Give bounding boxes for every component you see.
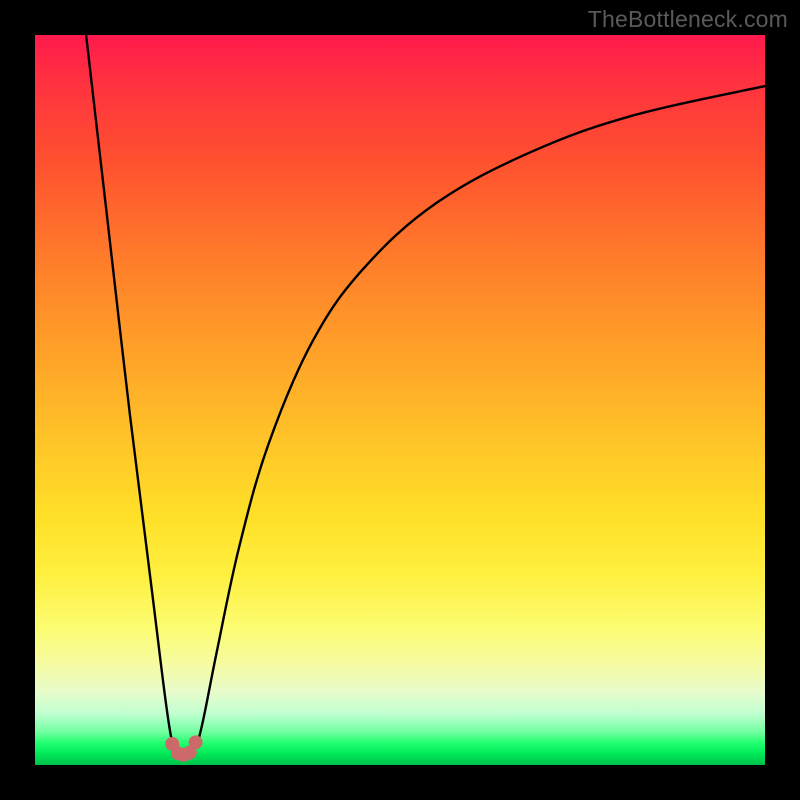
plot-area <box>35 35 765 765</box>
minimum-markers <box>165 735 202 761</box>
bottleneck-curve <box>86 35 765 755</box>
chart-frame: TheBottleneck.com <box>0 0 800 800</box>
curve-layer <box>35 35 765 765</box>
minimum-marker <box>189 735 203 749</box>
watermark-text: TheBottleneck.com <box>588 6 788 33</box>
